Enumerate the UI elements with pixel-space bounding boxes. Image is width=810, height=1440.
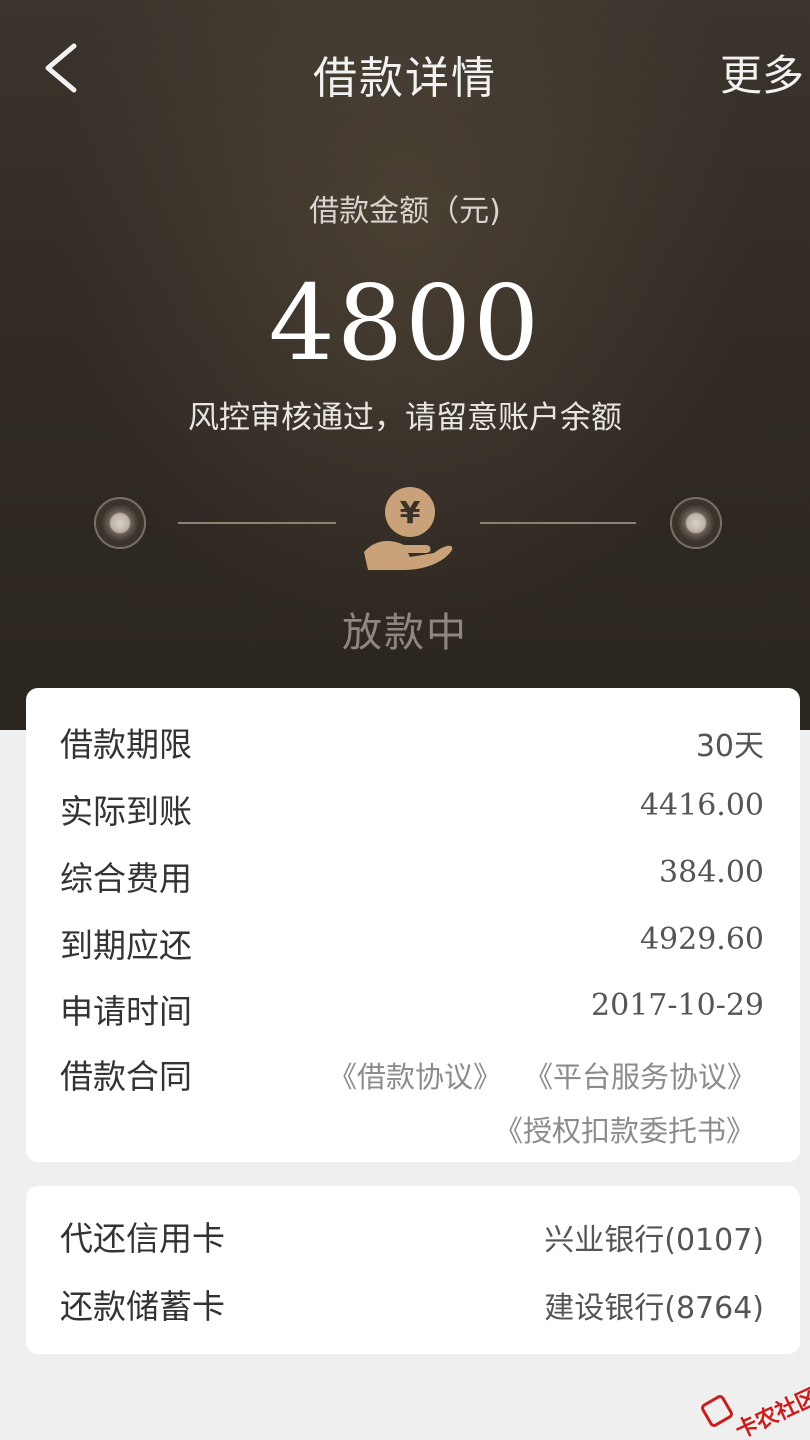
progress-connector-right <box>480 522 636 524</box>
detail-value: 4929.60 <box>639 922 764 957</box>
bank-cards-card: 代还信用卡 兴业银行(0107) 还款储蓄卡 建设银行(8764) <box>26 1186 800 1354</box>
progress-connector-left <box>178 522 336 524</box>
detail-value: 30天 <box>695 729 764 764</box>
review-status-note: 风控审核通过，请留意账户余额 <box>188 400 622 436</box>
current-step-label: 放款中 <box>342 610 468 656</box>
platform-service-agreement-link[interactable]: 《平台服务协议》 <box>524 1054 756 1096</box>
card-value: 兴业银行(0107) <box>544 1223 764 1258</box>
credit-card-row: 代还信用卡 兴业银行(0107) <box>26 1212 800 1260</box>
loan-agreement-link[interactable]: 《借款协议》 <box>328 1054 502 1096</box>
loan-detail-page: 借款详情 更多 借款金额（元) 4800 风控审核通过，请留意账户余额 ¥ 放款… <box>0 0 810 1440</box>
debit-authorization-link[interactable]: 《授权扣款委托书》 <box>494 1108 755 1150</box>
progress-step-dot-right <box>670 497 722 549</box>
detail-label: 借款合同 <box>60 1057 192 1096</box>
detail-value: 384.00 <box>659 855 764 890</box>
detail-label: 申请时间 <box>60 992 192 1031</box>
card-label: 代还信用卡 <box>60 1219 225 1258</box>
detail-row-apply-date: 申请时间 2017-10-29 <box>26 985 800 1033</box>
detail-value: 4416.00 <box>639 788 764 823</box>
detail-row-due: 到期应还 4929.60 <box>26 919 800 967</box>
loan-amount-value: 4800 <box>268 262 542 384</box>
loan-details-card: 借款期限 30天 实际到账 4416.00 综合费用 384.00 到期应还 4… <box>26 688 800 1162</box>
detail-row-received: 实际到账 4416.00 <box>26 785 800 833</box>
loan-summary-header: 借款详情 更多 借款金额（元) 4800 风控审核通过，请留意账户余额 ¥ 放款… <box>0 0 810 730</box>
loan-amount-label: 借款金额（元) <box>309 194 501 229</box>
card-label: 还款储蓄卡 <box>60 1287 225 1326</box>
progress-step-dot-left <box>94 497 146 549</box>
page-title: 借款详情 <box>313 53 497 104</box>
detail-label: 综合费用 <box>60 859 192 898</box>
watermark-text: 卡农社区 <box>731 1384 810 1440</box>
detail-label: 到期应还 <box>60 926 192 965</box>
watermark-logo-icon <box>699 1393 735 1429</box>
detail-row-term: 借款期限 30天 <box>26 718 800 766</box>
detail-row-fee: 综合费用 384.00 <box>26 852 800 900</box>
more-button[interactable]: 更多 <box>720 42 810 103</box>
detail-label: 实际到账 <box>60 792 192 831</box>
card-value: 建设银行(8764) <box>544 1291 764 1326</box>
watermark: 卡农社区 <box>699 1384 810 1440</box>
debit-card-row: 还款储蓄卡 建设银行(8764) <box>26 1280 800 1328</box>
svg-text:¥: ¥ <box>400 496 421 531</box>
detail-value: 2017-10-29 <box>591 988 764 1023</box>
detail-label: 借款期限 <box>60 725 192 764</box>
yen-hand-icon: ¥ <box>360 482 456 578</box>
